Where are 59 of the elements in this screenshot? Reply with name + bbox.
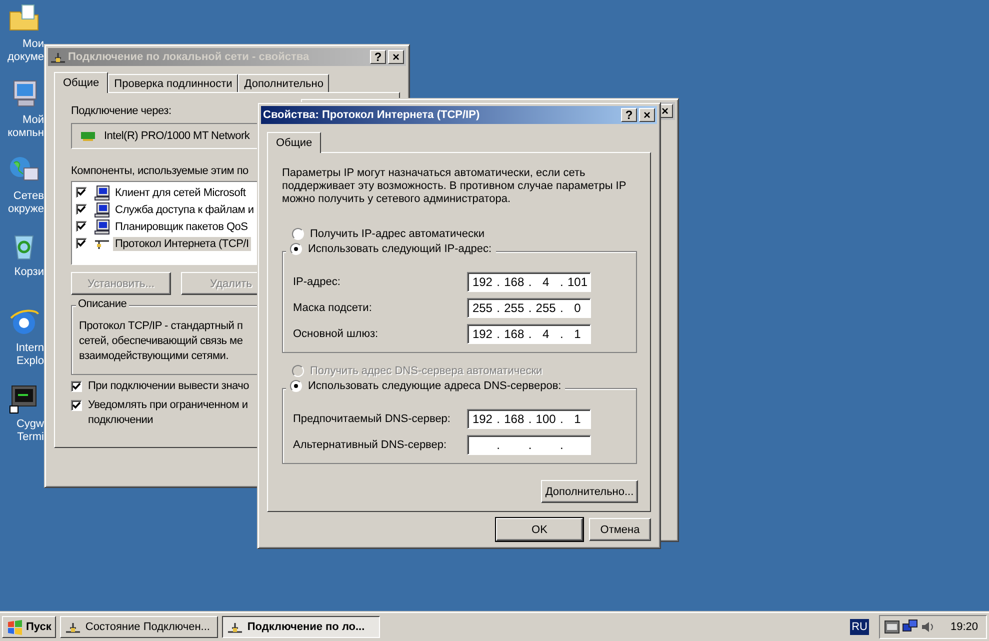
checkbox[interactable] — [76, 187, 87, 198]
close-button[interactable]: × — [639, 108, 655, 122]
section-label: Компоненты, используемые этим по — [71, 165, 248, 177]
radio-button[interactable] — [292, 228, 304, 240]
language-indicator[interactable]: RU — [850, 619, 870, 635]
radio-label[interactable]: Получить IP-адрес автоматически — [310, 228, 484, 240]
desktop-icon-label[interactable]: Сетев окруже — [8, 190, 44, 216]
desktop-icon-label[interactable]: Intern Explo — [16, 342, 44, 368]
group-title: Описание — [76, 298, 129, 310]
field-label: IP-адрес: — [293, 276, 342, 288]
checkbox[interactable] — [76, 238, 87, 249]
radio-button[interactable] — [290, 380, 302, 392]
vm-icon[interactable] — [884, 619, 900, 635]
section-label: Подключение через: — [71, 105, 172, 117]
desktop-icon-label[interactable]: Мой компьн — [8, 114, 44, 140]
checkbox[interactable] — [71, 381, 82, 392]
start-button[interactable]: Пуск — [2, 616, 56, 638]
advanced-button[interactable]: Дополнительно... — [541, 480, 638, 503]
checkbox-label[interactable]: При подключении вывести значо — [88, 379, 250, 394]
ip-address-field[interactable]: 255 . 255 . 255 . 0 — [467, 298, 591, 318]
tab[interactable]: Проверка подлинности — [108, 74, 238, 92]
intro-text: Параметры IP могут назначаться автоматически, если сеть поддерживает эту возможность. В противном случае параметры IP можно получить у сетевого администратора. — [282, 167, 627, 206]
tab[interactable]: Общие — [267, 132, 322, 153]
tab[interactable]: Дополнительно — [238, 74, 330, 92]
window-title: Свойства: Протокол Интернета (TCP/IP) — [263, 109, 481, 121]
cancel-button[interactable]: Отмена — [589, 518, 651, 541]
checkbox[interactable] — [76, 221, 87, 232]
list-item[interactable]: Служба доступа к файлам и — [113, 202, 256, 216]
computer-icon — [94, 218, 110, 234]
list-item[interactable]: Протокол Интернета (TCP/I — [113, 236, 251, 250]
field-label: Предпочитаемый DNS-сервер: — [293, 413, 452, 425]
checkbox[interactable] — [71, 400, 82, 411]
tab[interactable]: Общие — [54, 72, 108, 93]
field-label: Альтернативный DNS-сервер: — [293, 439, 448, 451]
clock: 19:20 — [950, 621, 978, 633]
radio-button[interactable] — [290, 243, 302, 255]
ip-address-field[interactable]: 192 . 168 . 4 . 1 — [467, 324, 591, 344]
taskbar-button[interactable]: Подключение по ло... — [222, 616, 380, 638]
adapter-name: Intel(R) PRO/1000 MT Network — [104, 130, 250, 142]
list-item[interactable]: Планировщик пакетов QoS — [113, 220, 250, 234]
ip-address-field[interactable]: 192 . 168 . 4 . 101 — [467, 272, 591, 292]
ip-address-field[interactable]: . . . — [467, 435, 591, 455]
ip-address-field[interactable]: 192 . 168 . 100 . 1 — [467, 409, 591, 429]
network-card-icon — [80, 130, 96, 142]
windows-flag-icon — [7, 619, 23, 635]
ok-button[interactable]: OK — [496, 518, 583, 541]
checkbox[interactable] — [76, 204, 87, 215]
help-button[interactable]: ? — [621, 108, 637, 122]
field-label: Основной шлюз: — [293, 328, 380, 340]
list-item[interactable]: Клиент для сетей Microsoft — [113, 186, 248, 200]
desktop-icon-label[interactable]: Корзи — [14, 266, 44, 279]
checkbox-label[interactable]: Уведомлять при ограниченном и подключении — [88, 398, 248, 428]
desktop-icon-label[interactable]: Мои докуме — [7, 38, 44, 64]
computer-icon — [94, 184, 110, 200]
computer-icon — [94, 202, 110, 218]
description-text: Протокол TCP/IP - стандартный п сетей, обеспечивающий связь ме взаимодействующими сетями. — [79, 320, 243, 362]
field-label: Маска подсети: — [293, 302, 373, 314]
desktop-icon-label[interactable]: Cygw Termi — [16, 418, 44, 444]
taskbar-button[interactable]: Состояние Подключен... — [60, 616, 218, 638]
